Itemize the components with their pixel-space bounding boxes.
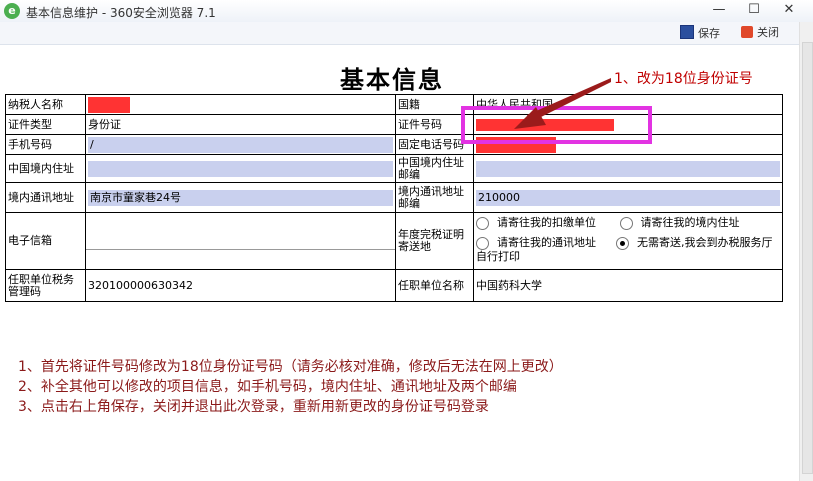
email-label: 电子信箱 [5,212,86,270]
domestic-postcode-cell [473,154,783,183]
mobile-input[interactable]: / [88,136,393,153]
save-button[interactable]: 保存 [680,25,720,41]
mobile-label: 手机号码 [5,134,86,155]
save-label: 保存 [698,27,720,40]
option-no-mail[interactable]: 无需寄送,我会到办税服务厅自行打印 [476,236,779,264]
table-row: 中国境内住址 中国境内住址邮编 [5,154,783,183]
option-withholding-unit[interactable]: 请寄往我的扣缴单位 [476,216,616,230]
option-domestic-address[interactable]: 请寄往我的境内住址 [619,216,740,230]
power-icon [741,26,753,38]
table-row: 电子信箱 年度完税证明寄送地 请寄往我的扣缴单位 请寄往我的境内住址 请寄往我的… [5,212,783,270]
mail-postcode-cell: 210000 [473,182,783,213]
table-row: 证件类型 身份证 证件号码 [5,114,783,135]
page-title: 基本信息 [340,65,444,94]
close-label: 关闭 [757,26,779,39]
id-type-label: 证件类型 [5,114,86,135]
close-window-button[interactable]: ✕ [776,0,802,20]
employer-tax-label: 任职单位税务管理码 [5,269,86,302]
window-titlebar: e 基本信息维护 - 360安全浏览器 7.1 — ☐ ✕ [0,0,813,23]
mail-address-cell: 南京市童家巷24号 [85,182,396,213]
minimize-button[interactable]: — [706,0,732,20]
mail-address-input[interactable]: 南京市童家巷24号 [88,189,393,206]
radio-domestic-address[interactable] [619,216,633,230]
browser-logo-icon: e [4,3,20,19]
mail-postcode-input[interactable]: 210000 [476,189,780,206]
domestic-postcode-label: 中国境内住址邮编 [395,154,474,183]
mobile-cell: / [85,134,396,155]
cert-mail-row-1: 请寄往我的扣缴单位 请寄往我的境内住址 [476,214,780,236]
instruction-1: 1、首先将证件号码修改为18位身份证号码（请务必核对准确，修改后无法在网上更改） [18,359,563,375]
table-row: 境内通讯地址 南京市童家巷24号 境内通讯地址邮编 210000 [5,182,783,213]
domestic-address-input[interactable] [88,160,393,177]
close-button[interactable]: 关闭 [741,25,779,41]
table-row: 纳税人名称 国籍 中华人民共和国 [5,94,783,115]
email-cell [85,212,396,270]
cert-mail-options: 请寄往我的扣缴单位 请寄往我的境内住址 请寄往我的通讯地址 无需寄送,我会到办税… [473,212,783,270]
vertical-scrollbar[interactable] [799,22,813,481]
option-withholding-unit-label: 请寄往我的扣缴单位 [497,216,596,229]
scrollbar-thumb[interactable] [802,42,813,474]
cert-mail-row-2: 请寄往我的通讯地址 无需寄送,我会到办税服务厅自行打印 [476,236,780,268]
id-type-value: 身份证 [85,114,396,135]
table-row: 任职单位税务管理码 320100000630342 任职单位名称 中国药科大学 [5,269,783,302]
basic-info-table: 纳税人名称 国籍 中华人民共和国 证件类型 身份证 证件号码 手机号码 / 固定… [5,94,783,302]
instructions-list: 1、首先将证件号码修改为18位身份证号码（请务必核对准确，修改后无法在网上更改）… [18,357,563,417]
employer-name-value: 中国药科大学 [473,269,783,302]
domestic-postcode-input[interactable] [476,160,780,177]
floppy-disk-icon [680,25,694,39]
option-domestic-address-label: 请寄往我的境内住址 [640,216,740,229]
table-row: 手机号码 / 固定电话号码 [5,134,783,155]
employer-tax-value: 320100000630342 [85,269,396,302]
window-title: 基本信息维护 - 360安全浏览器 7.1 [26,6,216,20]
radio-withholding-unit[interactable] [476,216,489,230]
mail-postcode-label: 境内通讯地址邮编 [395,182,474,213]
radio-no-mail[interactable] [616,236,629,250]
employer-name-label: 任职单位名称 [395,269,474,302]
annotation-text: 1、改为18位身份证号 [614,71,753,87]
instruction-2: 2、补全其他可以修改的项目信息，如手机号码，境内住址、通讯地址及两个邮编 [18,379,517,395]
mail-address-label: 境内通讯地址 [5,182,86,213]
domestic-address-cell [85,154,396,183]
taxpayer-name-cell [85,94,396,115]
page-toolbar: 保存 关闭 [0,22,799,45]
annotation-highlight-box [461,106,652,144]
domestic-address-label: 中国境内住址 [5,154,86,183]
email-input-2[interactable] [87,250,395,269]
taxpayer-name-redacted [88,96,130,113]
instruction-3: 3、点击右上角保存，关闭并退出此次登录，重新用新更改的身份证号码登录 [18,399,489,415]
taxpayer-name-label: 纳税人名称 [5,94,86,115]
email-input[interactable] [86,214,395,250]
maximize-button[interactable]: ☐ [741,0,767,20]
cert-mail-label: 年度完税证明寄送地 [395,212,474,270]
